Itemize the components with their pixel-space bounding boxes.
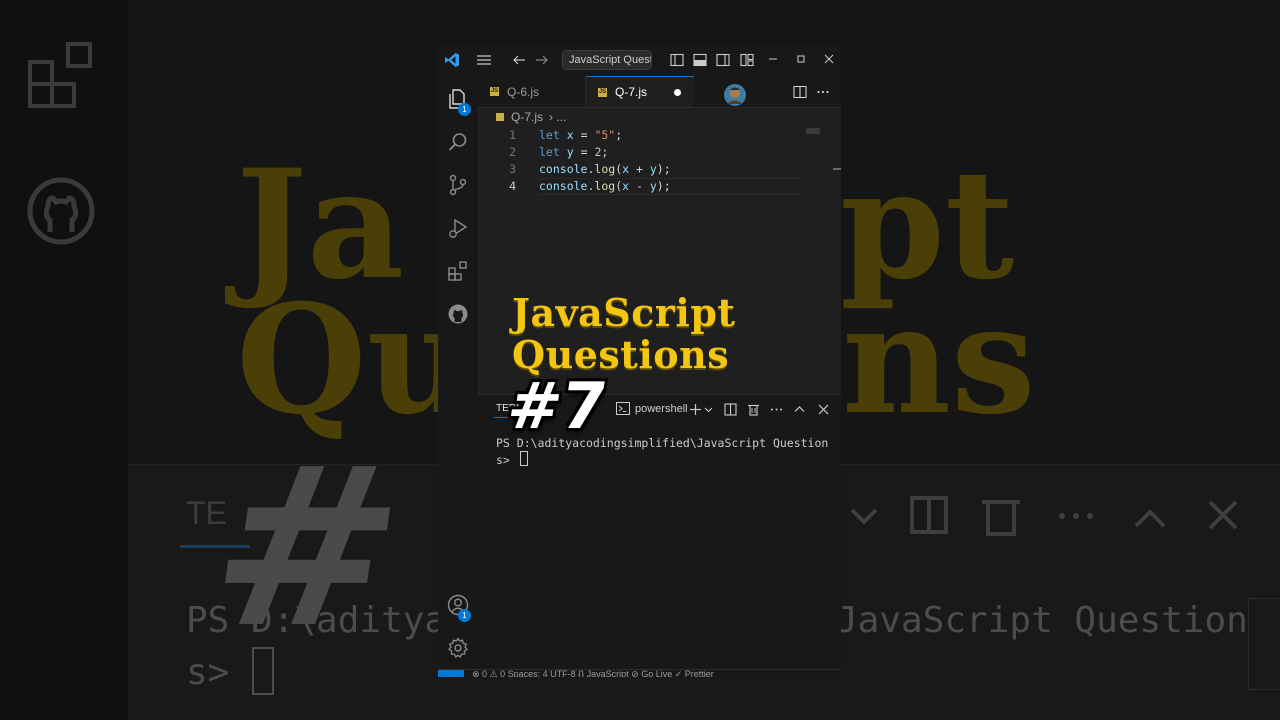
chevron-down-icon[interactable] (704, 405, 713, 414)
bg-scrollbar (1248, 598, 1280, 690)
code-token: log (594, 179, 616, 193)
status-bar-items[interactable]: ⊗ 0 ⚠ 0 Spaces: 4 UTF-8 {} JavaScript ⊘ … (472, 670, 714, 677)
terminal-more-icon[interactable] (770, 403, 783, 416)
tab-q7[interactable]: JS Q-7.js (586, 76, 694, 107)
customize-layout-icon[interactable] (740, 53, 754, 67)
status-bar: ⊗ 0 ⚠ 0 Spaces: 4 UTF-8 {} JavaScript ⊘ … (438, 669, 841, 677)
scrollbar-marker (833, 168, 841, 170)
split-terminal-icon[interactable] (724, 403, 737, 416)
close-panel-icon[interactable] (818, 404, 829, 415)
code-token: = (573, 145, 595, 159)
minimize-icon[interactable] (768, 54, 778, 64)
terminal-line-2: s> (496, 453, 517, 467)
line-number: 3 (509, 162, 516, 176)
js-file-icon (496, 113, 504, 121)
code-editor[interactable]: 1 let x = "5"; 2 let y = 2; 3 console.log(x +… (478, 127, 841, 195)
breadcrumb-separator: › ... (549, 110, 567, 124)
editor-tabs: JS Q-6.js JS Q-7.js (478, 76, 841, 108)
code-token: x (566, 128, 574, 142)
bg-terminal-toolbar (850, 496, 1238, 536)
code-token: y (649, 162, 657, 176)
menu-icon[interactable] (476, 53, 492, 67)
code-token: ; (601, 145, 609, 159)
line-number: 1 (509, 128, 516, 142)
code-text: console.log(x + y); (539, 161, 671, 178)
toggle-sidebar-icon[interactable] (670, 53, 684, 67)
remote-indicator[interactable] (438, 670, 464, 677)
code-token: + (629, 162, 650, 176)
code-token: = (573, 128, 595, 142)
question-number-overlay: #7 (502, 370, 612, 444)
code-text: console.log(x - y); (539, 178, 671, 195)
code-token: let (539, 128, 560, 142)
code-text: let y = 2; (539, 144, 608, 161)
code-line[interactable]: 1 let x = "5"; (478, 127, 841, 144)
command-center-search[interactable]: JavaScript Questions (562, 50, 652, 70)
code-token: ); (656, 179, 671, 193)
unsaved-dot-icon[interactable] (674, 89, 681, 96)
command-center-label: JavaScript Questions (569, 54, 651, 66)
maximize-panel-icon[interactable] (794, 404, 805, 415)
split-editor-icon[interactable] (793, 85, 807, 99)
toggle-panel-icon[interactable] (693, 53, 707, 67)
code-token: "5" (594, 128, 616, 142)
close-window-icon[interactable] (824, 54, 834, 64)
tab-label: Q-7.js (615, 85, 648, 99)
run-debug-icon[interactable] (446, 216, 470, 240)
bg-title-line2-end: ns (842, 272, 1036, 448)
terminal-cursor (519, 451, 528, 466)
video-title-overlay: JavaScript Questions (512, 292, 735, 376)
js-file-icon: JS (598, 87, 607, 97)
code-text: let x = "5"; (539, 127, 622, 144)
js-file-icon: JS (490, 87, 499, 96)
code-token: y (566, 145, 574, 159)
accounts-badge: 1 (458, 609, 471, 622)
toggle-secondary-sidebar-icon[interactable] (716, 53, 730, 67)
more-actions-icon[interactable] (816, 85, 830, 99)
search-icon[interactable] (446, 130, 470, 154)
code-token: console (539, 179, 588, 193)
forward-arrow-icon[interactable] (535, 53, 549, 67)
back-arrow-icon[interactable] (512, 53, 526, 67)
terminal-shell-name: powershell (635, 402, 688, 415)
code-token: console (539, 162, 588, 176)
github-icon[interactable] (446, 302, 470, 326)
extensions-icon[interactable] (446, 259, 470, 283)
code-token: ); (656, 162, 671, 176)
trash-icon[interactable] (747, 403, 760, 416)
minimap[interactable] (806, 128, 820, 134)
code-line[interactable]: 3 console.log(x + y); (478, 161, 841, 178)
bg-terminal-text-end: JavaScript Question (836, 600, 1248, 641)
terminal-shell-selector[interactable]: powershell (616, 402, 688, 415)
code-token: let (539, 145, 560, 159)
restore-icon[interactable] (796, 54, 806, 64)
code-line[interactable]: 2 let y = 2; (478, 144, 841, 161)
new-terminal-plus-icon[interactable] (689, 403, 702, 416)
tab-q6[interactable]: JS Q-6.js (478, 76, 586, 107)
tab-label: Q-6.js (507, 84, 540, 99)
code-line[interactable]: 4 console.log(x - y); (478, 178, 841, 195)
activity-bar: 1 1 (438, 76, 479, 677)
code-token: - (629, 179, 650, 193)
code-token: ; (615, 128, 623, 142)
title-bar: JavaScript Questions (438, 44, 841, 77)
line-number: 4 (509, 179, 516, 193)
bg-github-icon (27, 177, 95, 245)
breadcrumb-file: Q-7.js (511, 110, 544, 124)
explorer-badge: 1 (458, 103, 471, 116)
video-title-line1: JavaScript (512, 290, 736, 335)
source-control-icon[interactable] (446, 173, 470, 197)
bg-extensions-icon (28, 42, 92, 108)
bg-number-overlay: # (197, 420, 418, 676)
code-token: log (594, 162, 616, 176)
terminal-icon (616, 402, 630, 415)
vscode-logo-icon (445, 53, 459, 67)
breadcrumb[interactable]: Q-7.js › ... (478, 107, 841, 127)
line-number: 2 (509, 145, 516, 159)
code-token: y (649, 179, 657, 193)
manage-gear-icon[interactable] (446, 636, 470, 660)
